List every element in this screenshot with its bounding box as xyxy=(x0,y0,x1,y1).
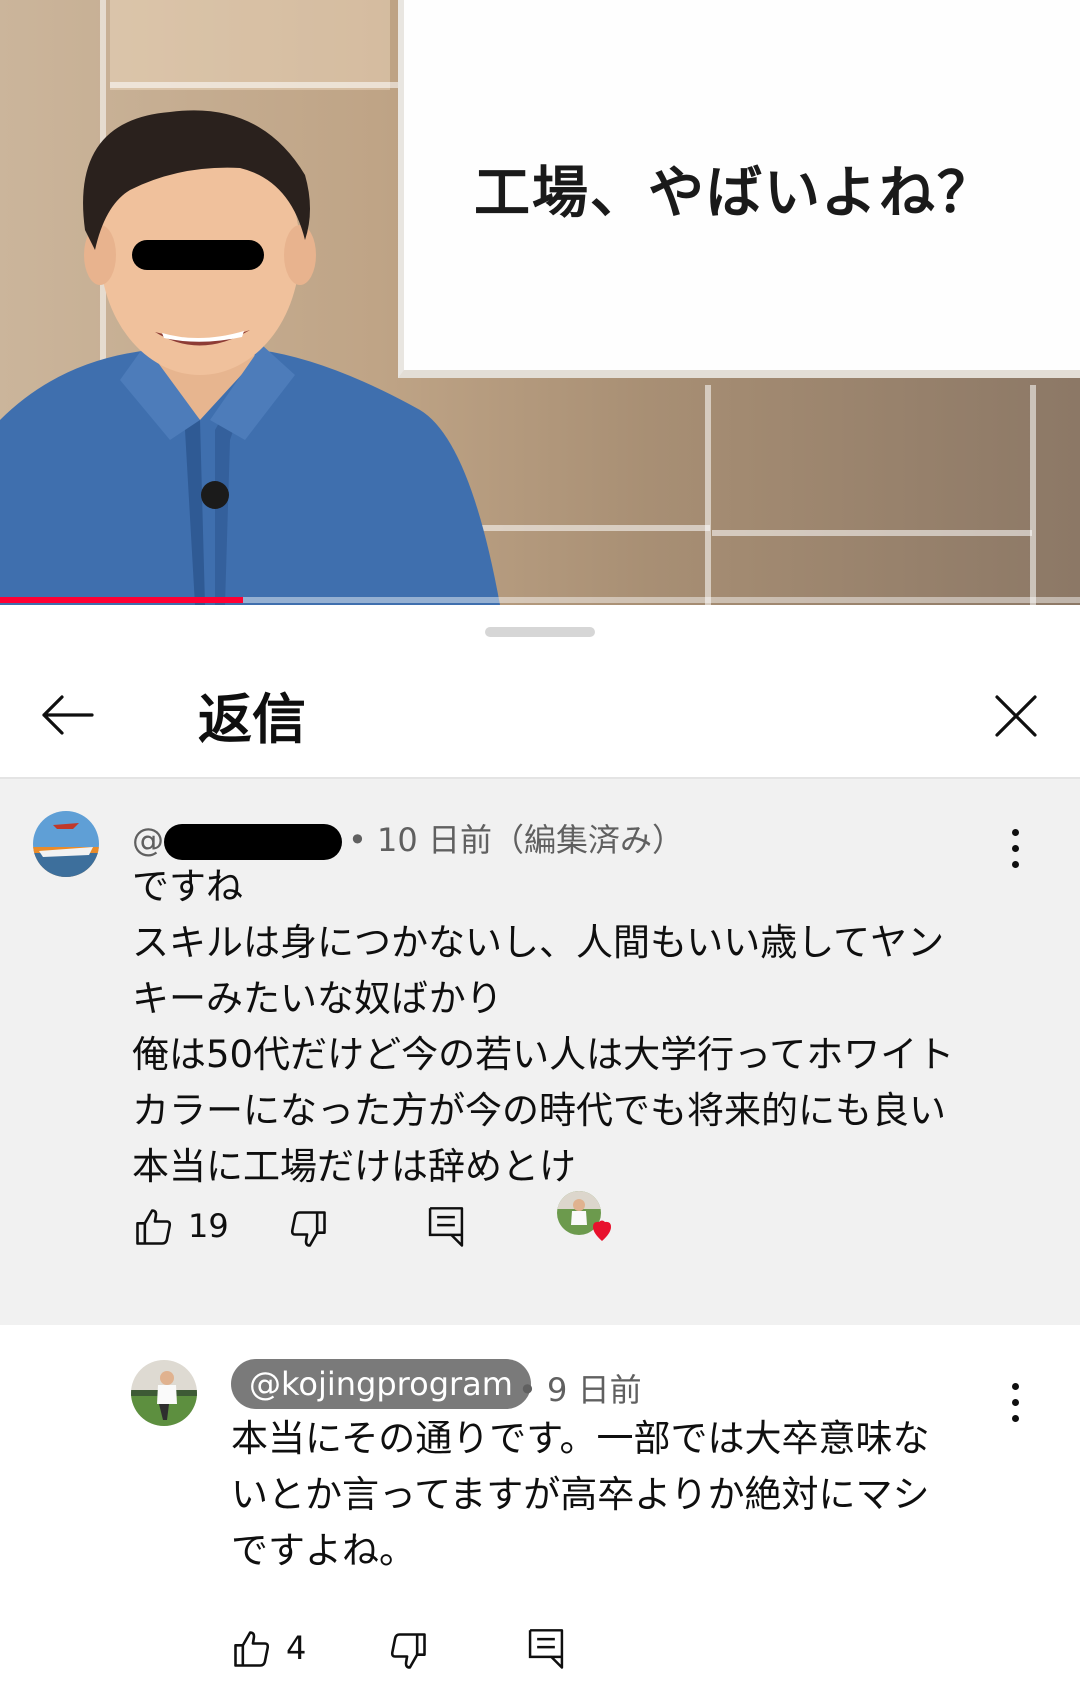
close-icon xyxy=(995,695,1037,737)
reply-text: 本当にその通りです。一部では大卒意味な いとか言ってますが高卒よりか絶対にマシ … xyxy=(231,1417,930,1572)
reply-timestamp: • 9 日前 xyxy=(518,1371,642,1409)
more-vert-icon-dot xyxy=(1012,1399,1019,1406)
wall-line xyxy=(705,385,711,605)
more-vert-icon xyxy=(1012,829,1019,836)
sheet-header: 返信 xyxy=(0,635,1080,779)
video-player[interactable]: 工場、やばいよね？ xyxy=(0,0,1080,605)
avatar-image xyxy=(131,1360,197,1426)
parent-comment: @ • 10 日前（編集済み） ですね スキルは身につかないし、人間もいい歳してヤ… xyxy=(0,779,1080,1325)
avatar[interactable] xyxy=(33,811,99,877)
wall-line xyxy=(1030,385,1036,605)
reply-reply-button[interactable] xyxy=(524,1625,568,1675)
reply-more-options-button[interactable] xyxy=(1000,1373,1030,1433)
more-vert-icon xyxy=(1012,1383,1019,1390)
creator-avatar-heart-icon xyxy=(557,1191,611,1241)
avatar-image xyxy=(33,811,99,877)
thumbs-down-icon xyxy=(290,1211,326,1247)
thumbs-up-icon xyxy=(234,1631,270,1667)
replies-sheet: 返信 @ • 10 日前（編集済み） ですね スキルは身につかないし、人間もいい歳… xyxy=(0,605,1080,1691)
presenter-image xyxy=(0,110,500,605)
creator-handle-chip[interactable]: @kojingprogram xyxy=(231,1359,531,1409)
back-button[interactable] xyxy=(36,685,96,745)
arrow-left-icon xyxy=(42,695,94,735)
comment-timestamp: • 10 日前（編集済み） xyxy=(348,821,684,859)
video-progress-fill xyxy=(0,597,243,603)
wall-line xyxy=(712,530,1032,536)
thumbs-up-icon xyxy=(136,1209,172,1245)
author-handle[interactable]: @ xyxy=(132,821,164,859)
comment-reply-icon xyxy=(528,1629,564,1669)
reply-like-button[interactable] xyxy=(230,1627,274,1675)
comment-text: ですね スキルは身につかないし、人間もいい歳してヤン キーみたいな奴ばかり 俺は… xyxy=(132,865,955,1188)
comment-reply-icon xyxy=(428,1207,464,1247)
dislike-button[interactable] xyxy=(286,1207,330,1255)
video-progress-bar[interactable] xyxy=(0,597,1080,603)
more-vert-icon-dot xyxy=(1012,1415,1019,1422)
reply-comment: @kojingprogram • 9 日前 本当にその通りです。一部では大卒意味… xyxy=(0,1325,1080,1691)
more-options-button[interactable] xyxy=(1000,819,1030,879)
comment-meta: @ • 10 日前（編集済み） xyxy=(132,815,684,861)
video-overlay-text: 工場、やばいよね？ xyxy=(474,161,995,226)
reply-avatar[interactable] xyxy=(131,1360,197,1426)
reply-button[interactable] xyxy=(424,1203,468,1253)
like-button[interactable] xyxy=(132,1205,176,1253)
more-vert-icon-dot xyxy=(1012,845,1019,852)
redacted-author-name xyxy=(164,824,342,860)
more-vert-icon-dot xyxy=(1012,861,1019,868)
sheet-title: 返信 xyxy=(198,688,306,751)
thumbs-down-icon xyxy=(390,1633,426,1669)
reply-like-count: 4 xyxy=(286,1629,307,1667)
creator-heart-badge xyxy=(557,1191,617,1247)
like-count: 19 xyxy=(188,1207,229,1245)
close-button[interactable] xyxy=(985,685,1047,747)
reply-dislike-button[interactable] xyxy=(386,1629,430,1677)
